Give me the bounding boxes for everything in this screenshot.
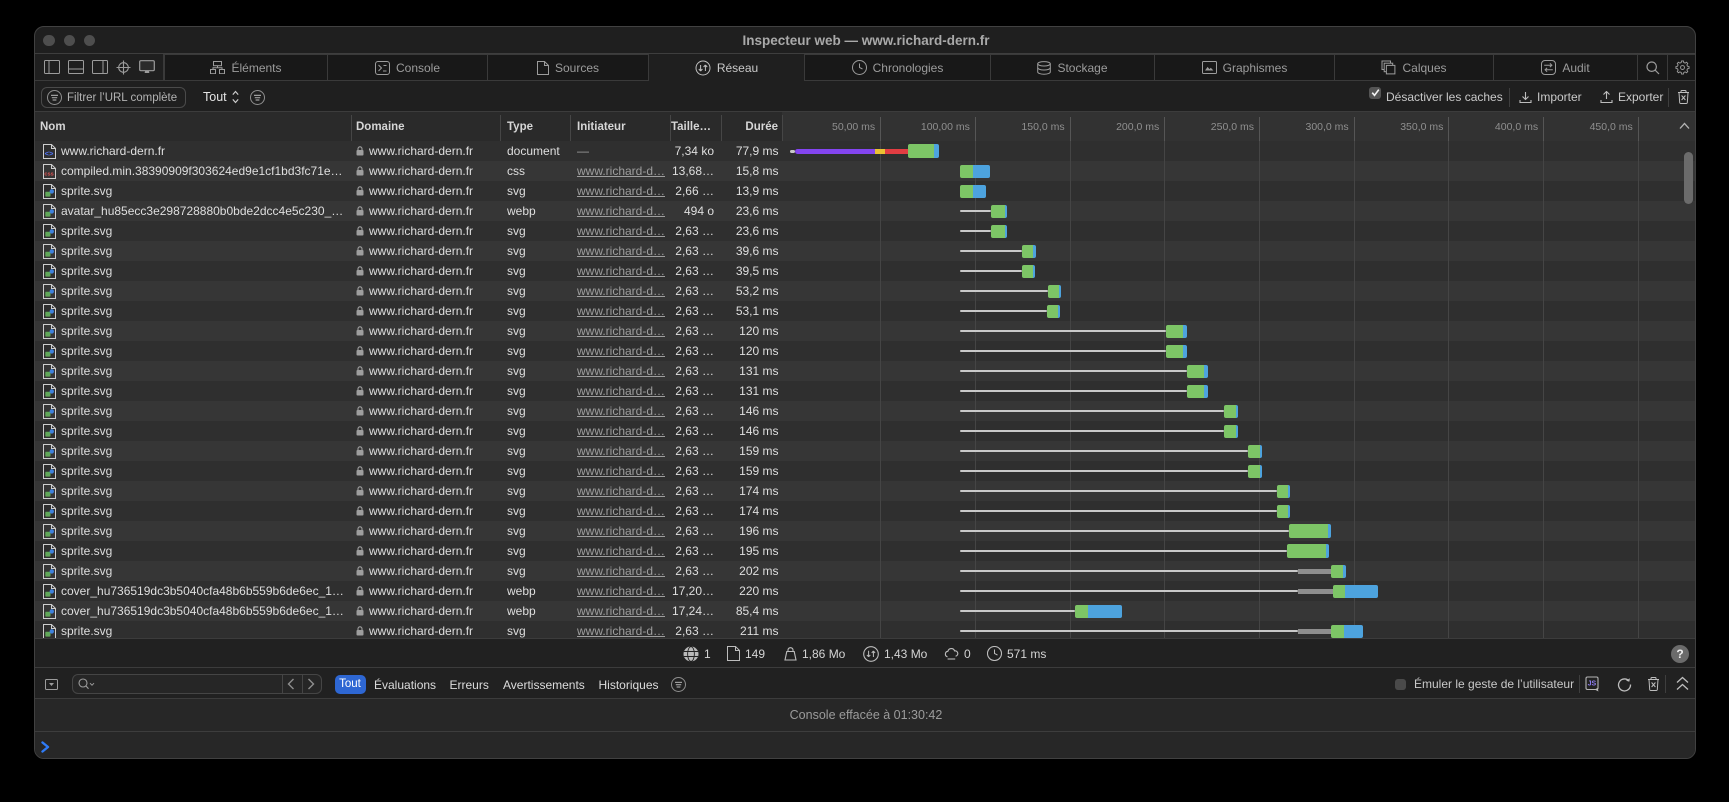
svg-text:<>: <>: [45, 148, 54, 157]
svg-text:css: css: [44, 171, 53, 177]
svg-text:JS: JS: [1588, 681, 1597, 688]
